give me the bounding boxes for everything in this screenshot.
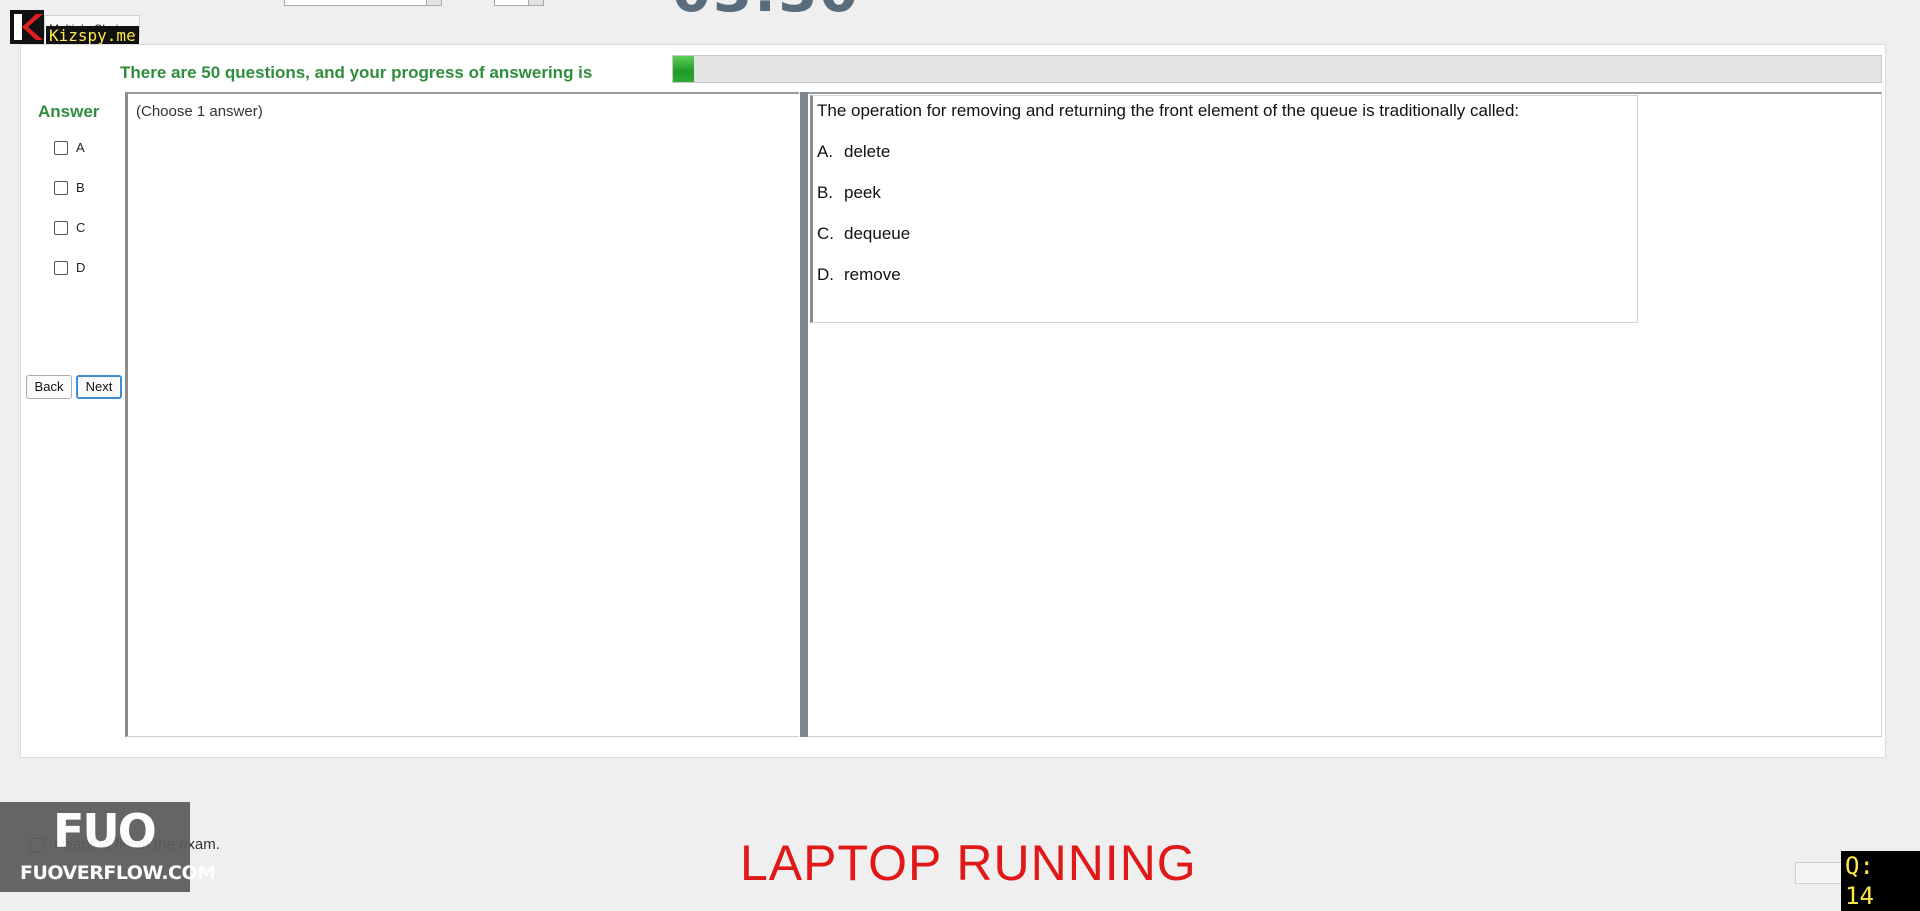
option-letter: C. bbox=[817, 224, 834, 243]
back-button[interactable]: Back bbox=[26, 375, 72, 399]
choose-instruction: (Choose 1 answer) bbox=[136, 103, 263, 120]
kizspy-watermark: Kizspy.me bbox=[46, 26, 139, 46]
progress-label: There are 50 questions, and your progres… bbox=[120, 63, 593, 82]
option-letter: B. bbox=[817, 183, 834, 202]
answer-option-label: C bbox=[76, 220, 86, 235]
answer-title: Answer bbox=[38, 102, 100, 121]
checkbox[interactable] bbox=[54, 260, 68, 275]
question-content: The operation for removing and returning… bbox=[810, 95, 1638, 323]
timer-display: 03:30 bbox=[672, 0, 860, 25]
answer-option-label: D bbox=[76, 260, 86, 275]
fuo-logo-subtext: FUOVERFLOW.COM bbox=[20, 862, 216, 884]
answer-option-d[interactable]: D bbox=[54, 260, 85, 275]
answer-option-label: A bbox=[76, 140, 85, 155]
top-dropdown[interactable] bbox=[284, 0, 442, 6]
answer-notes-panel: (Choose 1 answer) bbox=[125, 92, 799, 737]
option-text: dequeue bbox=[844, 224, 911, 243]
answer-option-c[interactable]: C bbox=[54, 220, 85, 235]
top-small-dropdown[interactable] bbox=[494, 0, 544, 6]
question-option-b: B. peek bbox=[817, 183, 881, 203]
chevron-down-icon[interactable] bbox=[426, 0, 441, 5]
chevron-down-icon[interactable] bbox=[528, 0, 543, 5]
option-letter: A. bbox=[817, 142, 834, 161]
status-banner: LAPTOP RUNNING bbox=[740, 835, 1197, 891]
bottom-field bbox=[1795, 862, 1843, 884]
option-text: remove bbox=[844, 265, 901, 284]
panel-splitter[interactable] bbox=[800, 92, 808, 737]
option-letter: D. bbox=[817, 265, 834, 284]
answer-option-label: B bbox=[76, 180, 85, 195]
question-number-badge: Q: 14 bbox=[1841, 851, 1920, 911]
fuo-logo-text: FUO bbox=[53, 804, 157, 858]
progress-bar bbox=[672, 55, 1882, 83]
fuoverflow-logo: FUO FUOVERFLOW.COM bbox=[0, 802, 216, 892]
answer-option-b[interactable]: B bbox=[54, 180, 85, 195]
progress-fill bbox=[673, 56, 694, 82]
question-option-a: A. delete bbox=[817, 142, 890, 162]
checkbox[interactable] bbox=[54, 140, 68, 155]
checkbox[interactable] bbox=[54, 220, 68, 235]
question-text: The operation for removing and returning… bbox=[817, 101, 1520, 120]
option-text: peek bbox=[844, 183, 881, 202]
kizspy-logo-icon bbox=[10, 10, 44, 44]
next-button[interactable]: Next bbox=[76, 375, 122, 399]
question-option-d: D. remove bbox=[817, 265, 901, 285]
question-option-c: C. dequeue bbox=[817, 224, 910, 244]
option-text: delete bbox=[844, 142, 891, 161]
checkbox[interactable] bbox=[54, 180, 68, 195]
answer-option-a[interactable]: A bbox=[54, 140, 85, 155]
question-panel: The operation for removing and returning… bbox=[808, 92, 1882, 737]
